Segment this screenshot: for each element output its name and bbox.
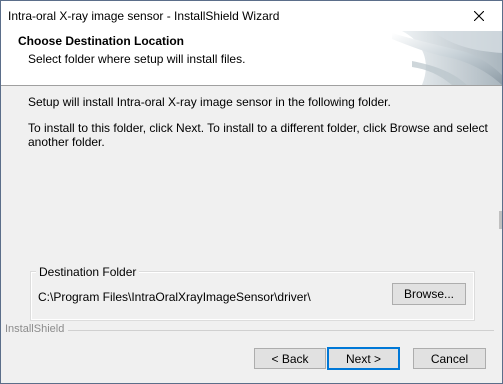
close-button[interactable] [456, 1, 502, 31]
header-panel: Choose Destination Location Select folde… [1, 31, 502, 86]
footer-divider [5, 330, 494, 331]
next-button[interactable]: Next > [327, 347, 400, 370]
page-title: Choose Destination Location [18, 34, 185, 48]
browse-button[interactable]: Browse... [392, 283, 466, 305]
window-edge-marker [499, 211, 502, 229]
destination-folder-label: Destination Folder [36, 265, 140, 279]
close-icon [474, 11, 484, 21]
instruction-text-line2: another folder. [28, 135, 105, 149]
installshield-graphic [392, 31, 502, 85]
installshield-brand: InstallShield [5, 323, 69, 335]
back-button[interactable]: < Back [254, 348, 326, 369]
cancel-button[interactable]: Cancel [413, 348, 486, 369]
instruction-text-line1: To install to this folder, click Next. T… [28, 121, 488, 135]
intro-text: Setup will install Intra-oral X-ray imag… [28, 95, 391, 109]
installshield-wizard-window: Intra-oral X-ray image sensor - InstallS… [0, 0, 503, 384]
destination-path: C:\Program Files\IntraOralXrayImageSenso… [38, 290, 311, 304]
page-subtitle: Select folder where setup will install f… [28, 52, 246, 66]
title-bar: Intra-oral X-ray image sensor - InstallS… [1, 1, 502, 31]
window-title: Intra-oral X-ray image sensor - InstallS… [8, 9, 280, 23]
